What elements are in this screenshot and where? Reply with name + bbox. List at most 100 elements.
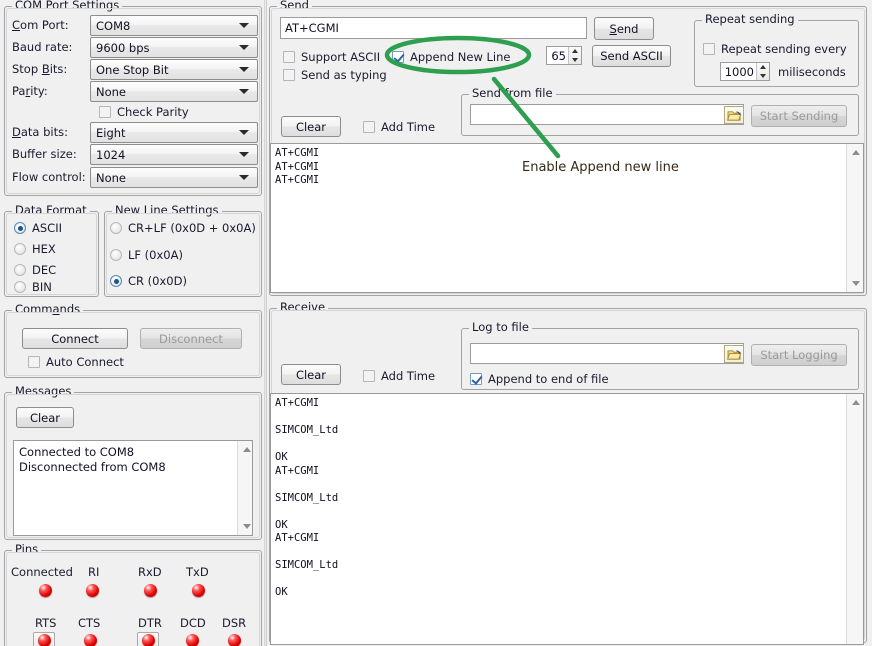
append-to-end-label: Append to end of file <box>488 372 609 386</box>
messages-clear-button[interactable]: Clear <box>16 407 74 428</box>
receive-add-time-checkbox[interactable]: Add Time <box>363 369 435 383</box>
start-sending-button[interactable]: Start Sending <box>751 105 847 127</box>
receive-add-time-label: Add Time <box>381 369 435 383</box>
pin-led-cts <box>84 634 97 646</box>
start-sending-label: Start Sending <box>760 109 839 123</box>
data-format-option-hex[interactable]: HEX <box>14 242 56 256</box>
new-line-option-lf[interactable]: LF (0x0A) <box>110 248 183 262</box>
buffer-size-value: 1024 <box>96 148 239 162</box>
send-ascii-button[interactable]: Send ASCII <box>592 45 671 67</box>
start-logging-button[interactable]: Start Logging <box>751 344 847 366</box>
new-line-label-crlf: CR+LF (0x0D + 0x0A) <box>128 221 256 235</box>
send-log-scrollbar[interactable] <box>846 144 863 292</box>
send-clear-label: Clear <box>296 120 326 134</box>
support-ascii-box <box>283 51 295 63</box>
messages-listbox[interactable]: Connected to COM8 Disconnected from COM8 <box>13 440 253 536</box>
spin-down-icon[interactable] <box>757 72 769 81</box>
receive-log-pane[interactable]: AT+CGMI SIMCOM_Ltd OK AT+CGMI SIMCOM_Ltd… <box>270 393 864 645</box>
send-file-path-input[interactable] <box>470 104 744 125</box>
messages-clear-label: Clear <box>30 411 60 425</box>
repeat-sending-title: Repeat sending <box>702 13 798 25</box>
log-file-browse-button[interactable] <box>724 345 744 363</box>
append-to-end-checkbox[interactable]: Append to end of file <box>470 372 609 386</box>
data-format-option-bin[interactable]: BIN <box>14 280 52 294</box>
append-to-end-box <box>470 373 482 385</box>
data-bits-select[interactable]: Eight <box>90 122 258 143</box>
radio-hex <box>14 243 26 255</box>
append-new-line-label: Append New Line <box>410 50 511 64</box>
scroll-down-icon[interactable] <box>847 275 864 292</box>
receive-log-scrollbar[interactable] <box>846 394 863 644</box>
repeat-sending-label: Repeat sending every <box>721 42 847 56</box>
ascii-code-stepper[interactable]: 65 <box>546 46 582 65</box>
auto-connect-checkbox[interactable]: Auto Connect <box>28 355 124 369</box>
log-file-path-input[interactable] <box>470 343 744 364</box>
send-clear-button[interactable]: Clear <box>281 116 341 137</box>
repeat-interval-stepper[interactable]: 1000 <box>720 62 770 81</box>
radio-crlf <box>110 222 122 234</box>
chevron-down-icon <box>239 23 249 28</box>
ascii-code-spin-buttons[interactable] <box>568 47 581 64</box>
scroll-down-icon[interactable] <box>238 518 253 535</box>
check-parity-checkbox[interactable]: Check Parity <box>99 105 189 119</box>
send-as-typing-box <box>283 69 295 81</box>
log-to-file-title: Log to file <box>469 321 532 333</box>
repeat-interval-spin-buttons[interactable] <box>756 63 769 80</box>
buffer-size-label: Buffer size: <box>12 147 77 161</box>
baud-rate-select[interactable]: 9600 bps <box>90 37 258 58</box>
receive-clear-button[interactable]: Clear <box>281 364 341 385</box>
data-format-label-bin: BIN <box>32 280 52 294</box>
parity-value: None <box>96 85 239 99</box>
ascii-code-value: 65 <box>547 49 568 63</box>
append-new-line-box <box>392 51 404 63</box>
com-port-select[interactable]: COM8 <box>90 15 258 36</box>
chevron-down-icon <box>239 130 249 135</box>
support-ascii-label: Support ASCII <box>301 50 380 64</box>
send-command-input[interactable]: AT+CGMI <box>280 17 587 39</box>
stop-bits-select[interactable]: One Stop Bit <box>90 59 258 80</box>
scroll-up-icon[interactable] <box>847 394 864 411</box>
pin-label-connected: Connected <box>11 565 73 579</box>
com-port-label: Com Port: <box>12 18 69 32</box>
send-from-file-title: Send from file <box>469 87 556 99</box>
data-format-option-ascii[interactable]: ASCII <box>14 221 62 235</box>
panel-divider[interactable] <box>264 0 267 646</box>
connect-button[interactable]: Connect <box>22 328 128 349</box>
scroll-up-icon[interactable] <box>238 441 253 458</box>
flow-control-value: None <box>96 171 239 185</box>
messages-listbox-text: Connected to COM8 Disconnected from COM8 <box>19 445 234 475</box>
pin-label-dsr: DSR <box>222 616 246 630</box>
pin-led-dsr <box>228 634 241 646</box>
pin-label-rts: RTS <box>35 616 56 630</box>
radio-cr <box>110 275 122 287</box>
parity-select[interactable]: None <box>90 81 258 102</box>
send-file-browse-button[interactable] <box>724 106 744 124</box>
scroll-up-icon[interactable] <box>847 144 864 161</box>
repeat-sending-checkbox[interactable]: Repeat sending every <box>703 42 847 56</box>
folder-open-icon <box>727 109 742 122</box>
messages-scrollbar[interactable] <box>237 441 252 535</box>
spin-up-icon[interactable] <box>569 47 581 56</box>
repeat-interval-units: miliseconds <box>778 65 846 79</box>
receive-log-text: AT+CGMI SIMCOM_Ltd OK AT+CGMI SIMCOM_Ltd… <box>275 397 845 644</box>
data-format-option-dec[interactable]: DEC <box>14 263 56 277</box>
disconnect-button[interactable]: Disconnect <box>140 328 242 349</box>
send-add-time-checkbox[interactable]: Add Time <box>363 120 435 134</box>
support-ascii-checkbox[interactable]: Support ASCII <box>283 50 380 64</box>
pin-label-txd: TxD <box>186 565 209 579</box>
send-button[interactable]: Send <box>594 17 654 40</box>
flow-control-select[interactable]: None <box>90 167 258 188</box>
send-add-time-label: Add Time <box>381 120 435 134</box>
new-line-option-cr[interactable]: CR (0x0D) <box>110 274 187 288</box>
buffer-size-select[interactable]: 1024 <box>90 144 258 165</box>
spin-down-icon[interactable] <box>569 56 581 65</box>
new-line-option-crlf[interactable]: CR+LF (0x0D + 0x0A) <box>110 221 256 235</box>
send-as-typing-checkbox[interactable]: Send as typing <box>283 68 387 82</box>
spin-up-icon[interactable] <box>757 63 769 72</box>
annotation-text: Enable Append new line <box>522 160 679 175</box>
start-logging-label: Start Logging <box>760 348 837 362</box>
radio-lf <box>110 249 122 261</box>
radio-ascii <box>14 222 26 234</box>
append-new-line-checkbox[interactable]: Append New Line <box>392 50 511 64</box>
pin-led-connected <box>39 584 52 597</box>
